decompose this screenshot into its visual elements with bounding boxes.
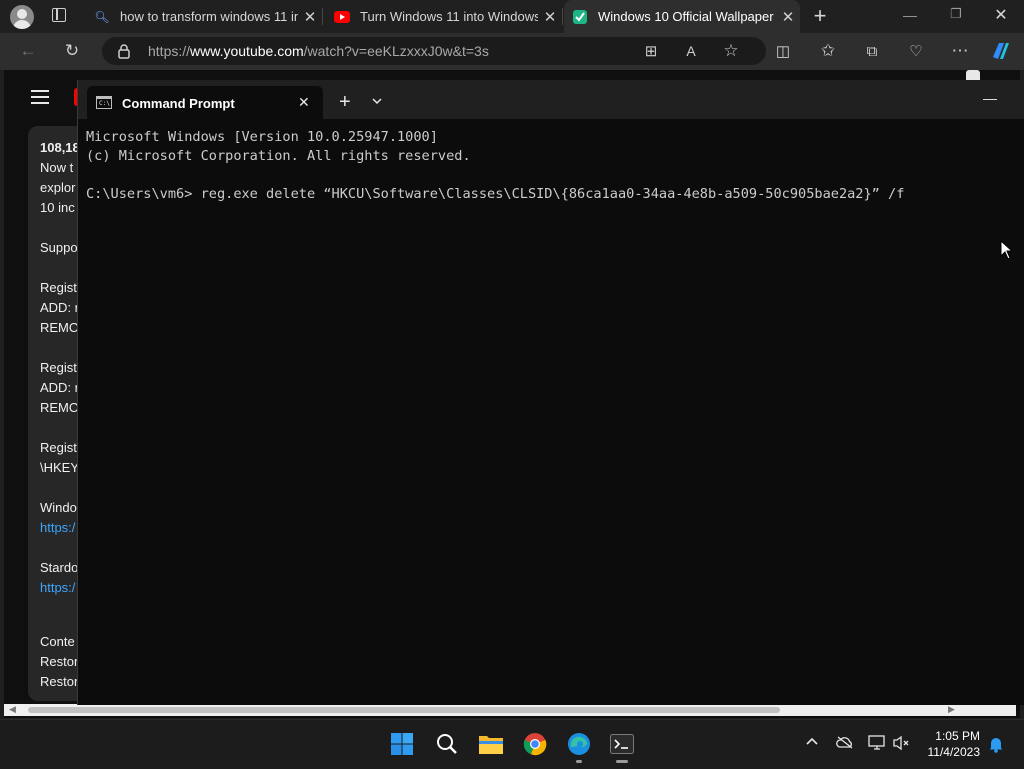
collections-icon[interactable]: ⧉ xyxy=(858,37,886,65)
tab-title: Windows 10 Official Wallpaper [4 xyxy=(598,9,776,24)
more-menu-icon[interactable]: ⋯ xyxy=(946,37,974,65)
description-line: 108,18 xyxy=(40,140,78,155)
video-description: 108,18 Now t explor 10 inc Suppo Regist ADD: r… xyxy=(28,126,78,701)
description-link[interactable]: https:/ xyxy=(40,580,75,595)
browser-tab-wallpaper[interactable]: Windows 10 Official Wallpaper [4 ✕ xyxy=(564,0,800,33)
browser-tab-search[interactable]: 🔍︎ how to transform windows 11 int ✕ xyxy=(86,0,322,33)
description-line: Restor xyxy=(40,654,78,669)
url-prefix: https:// xyxy=(148,43,191,59)
tab-title: Turn Windows 11 into Windows xyxy=(360,9,538,24)
tab-actions-icon[interactable] xyxy=(52,8,66,22)
terminal-running-indicator xyxy=(616,760,628,763)
horizontal-scrollbar-thumb[interactable] xyxy=(28,707,780,713)
description-line: ADD: r xyxy=(40,300,78,315)
chrome-icon[interactable] xyxy=(521,730,549,758)
search-icon[interactable] xyxy=(433,730,461,758)
terminal-line: C:\Users\vm6> reg.exe delete “HKCU\Softw… xyxy=(86,186,905,202)
edge-running-indicator xyxy=(576,760,582,763)
description-line: Now t xyxy=(40,160,74,175)
back-button[interactable]: ← xyxy=(14,37,42,65)
terminal-dropdown-icon[interactable] xyxy=(370,94,384,108)
tab-separator xyxy=(562,8,563,25)
description-line: Suppo xyxy=(40,240,78,255)
terminal-line: Microsoft Windows [Version 10.0.25947.10… xyxy=(86,129,438,145)
url-text[interactable]: https://www.youtube.com/watch?v=eeKLzxxx… xyxy=(148,43,489,59)
hamburger-menu-icon[interactable] xyxy=(31,90,49,104)
refresh-button[interactable]: ↻ xyxy=(58,37,86,65)
profile-avatar[interactable] xyxy=(10,5,34,29)
description-line: Windo xyxy=(40,500,77,515)
favorite-star-icon[interactable]: ☆ xyxy=(717,37,745,65)
browser-tab-youtube[interactable]: Turn Windows 11 into Windows ✕ xyxy=(326,0,562,33)
restore-browser-button[interactable]: ❐ xyxy=(944,6,968,26)
volume-muted-icon[interactable] xyxy=(892,735,910,755)
description-line: explor xyxy=(40,180,76,195)
read-aloud-icon[interactable]: A xyxy=(677,37,705,65)
clock-date: 11/4/2023 xyxy=(927,745,981,759)
network-icon[interactable] xyxy=(868,735,886,755)
description-line: Regist xyxy=(40,360,77,375)
description-line: ADD: r xyxy=(40,380,78,395)
close-tab-icon[interactable]: ✕ xyxy=(776,8,800,26)
terminal-tab-title: Command Prompt xyxy=(122,96,235,111)
copilot-icon[interactable] xyxy=(989,39,1013,63)
youtube-icon xyxy=(334,9,350,25)
terminal-icon[interactable] xyxy=(608,730,636,758)
favorites-icon[interactable]: ✩ xyxy=(814,37,842,65)
new-tab-button[interactable]: + xyxy=(808,4,832,28)
lock-icon[interactable] xyxy=(117,43,131,59)
browser-essentials-icon[interactable]: ♡ xyxy=(902,37,930,65)
tab-title: how to transform windows 11 int xyxy=(120,9,298,24)
terminal-line: (c) Microsoft Corporation. All rights re… xyxy=(86,148,471,164)
description-line: REMO xyxy=(40,400,78,415)
minimize-terminal-button[interactable]: — xyxy=(983,90,997,106)
description-line: REMO xyxy=(40,320,78,335)
scroll-right-arrow[interactable]: ▶ xyxy=(948,704,955,715)
url-host: www.youtube.com xyxy=(190,43,304,59)
description-line: \HKEY xyxy=(40,460,78,475)
close-tab-icon[interactable]: ✕ xyxy=(538,8,562,26)
description-line: 10 inc xyxy=(40,200,75,215)
search-icon: 🔍︎ xyxy=(94,9,110,24)
split-screen-icon[interactable]: ◫ xyxy=(769,37,797,65)
start-icon[interactable] xyxy=(388,730,416,758)
app-available-icon[interactable]: ⊞ xyxy=(637,37,665,65)
onedrive-offline-icon[interactable] xyxy=(836,735,854,753)
description-line: Stardo xyxy=(40,560,78,575)
minimize-browser-button[interactable]: — xyxy=(898,7,922,27)
show-hidden-icons-icon[interactable] xyxy=(805,734,819,752)
youtube-scrollbar-thumb[interactable] xyxy=(966,70,980,80)
notification-bell-icon[interactable] xyxy=(988,735,1004,758)
command-prompt-icon: C:\ xyxy=(96,96,112,109)
description-line: Restor xyxy=(40,674,78,689)
site-icon xyxy=(572,9,588,25)
system-clock[interactable]: 1:05 PM 11/4/2023 xyxy=(928,728,981,760)
mouse-cursor-icon xyxy=(1000,239,1014,260)
url-path: /watch?v=eeKLzxxxJ0w&t=3s xyxy=(303,43,489,59)
file-explorer-icon[interactable] xyxy=(477,730,505,758)
description-line: Conte xyxy=(40,634,75,649)
new-terminal-tab-button[interactable]: + xyxy=(339,91,351,113)
edge-icon[interactable] xyxy=(565,730,593,758)
description-line: Regist xyxy=(40,280,77,295)
terminal-output[interactable]: Microsoft Windows [Version 10.0.25947.10… xyxy=(86,128,904,204)
description-line: Regist xyxy=(40,440,77,455)
clock-time: 1:05 PM xyxy=(935,729,980,743)
description-link[interactable]: https:/ xyxy=(40,520,75,535)
close-browser-button[interactable]: ✕ xyxy=(989,5,1013,25)
close-tab-icon[interactable]: ✕ xyxy=(298,8,322,26)
scroll-left-arrow[interactable]: ◀ xyxy=(9,704,16,715)
tab-separator xyxy=(322,8,323,25)
close-terminal-tab-icon[interactable]: ✕ xyxy=(298,94,310,111)
